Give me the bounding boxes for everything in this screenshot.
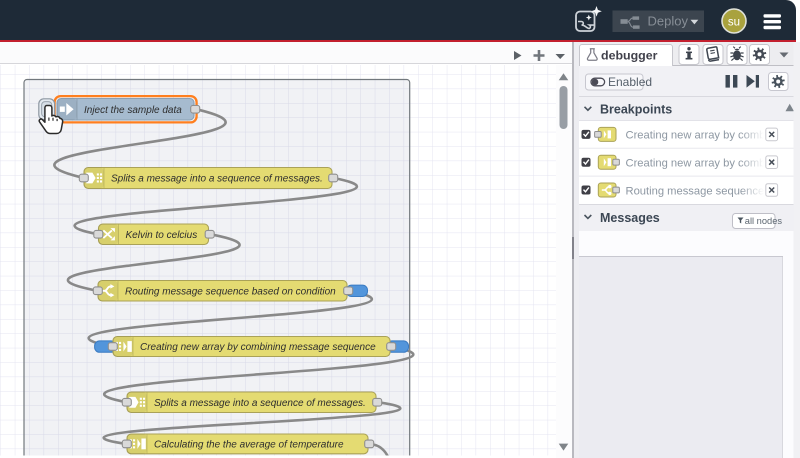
svg-text:Kelvin to celcius: Kelvin to celcius bbox=[126, 230, 198, 241]
svg-text:Deploy: Deploy bbox=[648, 14, 689, 29]
svg-text:su: su bbox=[728, 17, 740, 29]
svg-text:Messages: Messages bbox=[600, 211, 660, 225]
svg-text:Enabled: Enabled bbox=[608, 75, 652, 89]
svg-text:Creating new array by combinin: Creating new array by combining message … bbox=[140, 342, 376, 353]
svg-text:Splits a message into a sequen: Splits a message into a sequence of mess… bbox=[111, 174, 323, 185]
svg-text:Routing message sequence based: Routing message sequence based on condit… bbox=[125, 286, 336, 297]
svg-text:Inject the sample data: Inject the sample data bbox=[84, 105, 182, 116]
svg-text:Creating new array by combinin: Creating new array by combining bbox=[626, 130, 790, 142]
svg-text:Breakpoints: Breakpoints bbox=[600, 103, 672, 117]
svg-text:Splits a message into a sequen: Splits a message into a sequence of mess… bbox=[154, 398, 366, 409]
svg-text:Creating new array by combinin: Creating new array by combining bbox=[626, 158, 790, 170]
svg-text:debugger: debugger bbox=[601, 49, 658, 63]
svg-text:Calculating the the average of: Calculating the the average of temperatu… bbox=[154, 440, 344, 451]
svg-text:all nodes: all nodes bbox=[745, 216, 783, 226]
